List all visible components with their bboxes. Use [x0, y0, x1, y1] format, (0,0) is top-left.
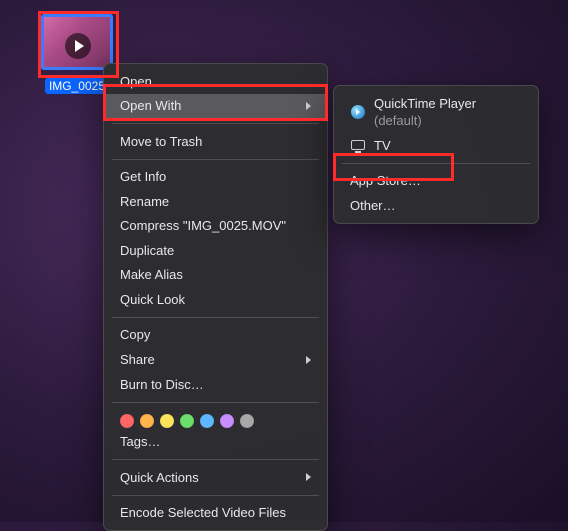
play-icon [65, 33, 91, 59]
submenu-quicktime[interactable]: QuickTime Player (default) [334, 91, 538, 133]
tag-color-dot[interactable] [180, 414, 194, 428]
separator [112, 123, 319, 124]
menu-get-info-label: Get Info [120, 168, 166, 186]
context-menu: Open Open With Move to Trash Get Info Re… [103, 63, 328, 531]
separator [112, 402, 319, 403]
menu-quick-actions-label: Quick Actions [120, 469, 199, 487]
open-with-submenu: QuickTime Player (default) TV App Store…… [333, 85, 539, 224]
menu-make-alias[interactable]: Make Alias [104, 263, 327, 288]
chevron-right-icon [306, 102, 311, 110]
submenu-other-label: Other… [350, 197, 396, 215]
tag-color-dot[interactable] [240, 414, 254, 428]
submenu-quicktime-label: QuickTime Player (default) [374, 95, 522, 130]
menu-tags-label: Tags… [120, 433, 160, 451]
menu-burn-label: Burn to Disc… [120, 376, 204, 394]
submenu-app-store[interactable]: App Store… [334, 169, 538, 194]
quicktime-text: QuickTime Player [374, 96, 476, 111]
menu-compress-label: Compress "IMG_0025.MOV" [120, 217, 286, 235]
video-thumbnail [41, 14, 113, 70]
menu-share[interactable]: Share [104, 347, 327, 372]
menu-open[interactable]: Open [104, 69, 327, 94]
menu-copy[interactable]: Copy [104, 323, 327, 348]
menu-move-to-trash[interactable]: Move to Trash [104, 129, 327, 154]
tag-colors-row [104, 408, 327, 430]
file-name-label: IMG_0025 [45, 78, 109, 94]
menu-open-label: Open [120, 73, 152, 91]
menu-rename[interactable]: Rename [104, 189, 327, 214]
menu-duplicate[interactable]: Duplicate [104, 238, 327, 263]
menu-quick-look[interactable]: Quick Look [104, 287, 327, 312]
separator [342, 163, 530, 164]
tag-color-dot[interactable] [220, 414, 234, 428]
chevron-right-icon [306, 473, 311, 481]
menu-get-info[interactable]: Get Info [104, 165, 327, 190]
menu-make-alias-label: Make Alias [120, 266, 183, 284]
tag-color-dot[interactable] [160, 414, 174, 428]
menu-open-with-label: Open With [120, 97, 181, 115]
menu-trash-label: Move to Trash [120, 133, 202, 151]
default-suffix: (default) [374, 113, 422, 128]
quicktime-icon [350, 104, 366, 120]
menu-share-label: Share [120, 351, 155, 369]
tag-color-dot[interactable] [200, 414, 214, 428]
separator [112, 495, 319, 496]
chevron-right-icon [306, 356, 311, 364]
menu-copy-label: Copy [120, 326, 150, 344]
menu-encode-label: Encode Selected Video Files [120, 504, 286, 522]
submenu-tv-label: TV [374, 137, 391, 155]
menu-duplicate-label: Duplicate [120, 242, 174, 260]
tag-color-dot[interactable] [120, 414, 134, 428]
menu-burn[interactable]: Burn to Disc… [104, 372, 327, 397]
separator [112, 159, 319, 160]
separator [112, 317, 319, 318]
menu-quick-actions[interactable]: Quick Actions [104, 465, 327, 490]
submenu-app-store-label: App Store… [350, 172, 421, 190]
menu-quick-look-label: Quick Look [120, 291, 185, 309]
submenu-tv[interactable]: TV [334, 133, 538, 158]
separator [112, 459, 319, 460]
tv-icon [350, 137, 366, 153]
menu-open-with[interactable]: Open With [104, 94, 327, 119]
submenu-other[interactable]: Other… [334, 193, 538, 218]
menu-tags[interactable]: Tags… [104, 430, 327, 455]
tag-color-dot[interactable] [140, 414, 154, 428]
menu-compress[interactable]: Compress "IMG_0025.MOV" [104, 214, 327, 239]
menu-rename-label: Rename [120, 193, 169, 211]
